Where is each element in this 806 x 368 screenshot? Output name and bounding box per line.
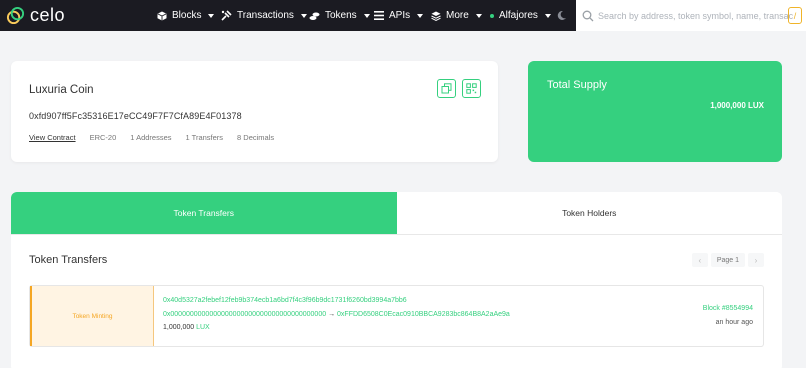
token-address: 0xfd907ff5Fc35316E17eCC49F7F7CfA89E4F013… [29, 111, 242, 121]
cube-icon [157, 11, 167, 20]
qr-code-icon [466, 83, 477, 94]
transfer-row: Token Minting 0x40d5327a2febef12feb9b374… [29, 285, 764, 347]
total-supply-title: Total Supply [547, 79, 607, 91]
chevron-down-icon [208, 13, 215, 18]
brand-name: celo [30, 5, 66, 25]
amount-value: 1,000,000 [163, 324, 195, 331]
transactions-icon [221, 10, 232, 21]
chevron-down-icon [417, 13, 424, 18]
copy-icon [441, 83, 452, 94]
chevron-down-icon [300, 13, 307, 18]
search-input[interactable] [598, 5, 793, 26]
nav-transactions-label: Transactions [237, 10, 294, 21]
celo-logo[interactable]: celo [6, 6, 65, 25]
transfer-type-label: Token Minting [72, 312, 113, 320]
qr-code-button[interactable] [462, 79, 481, 98]
celo-logo-icon [6, 6, 25, 25]
top-navbar: celo Blocks Transactions Tokens APIs Mor… [0, 0, 806, 31]
chevron-down-icon [475, 13, 482, 18]
tokens-icon [309, 12, 320, 20]
arrow-icon: → [328, 311, 336, 318]
nav-apis[interactable]: APIs [374, 0, 424, 31]
transfer-time: an hour ago [715, 319, 753, 326]
nav-apis-label: APIs [389, 10, 411, 21]
theme-toggle[interactable] [556, 0, 567, 31]
apis-icon [374, 11, 384, 20]
network-label: Alfajores [499, 10, 538, 21]
transfer-addresses: 0x00000000000000000000000000000000000000… [163, 311, 510, 318]
view-contract-link[interactable]: View Contract [29, 133, 76, 142]
token-meta-row: View Contract ERC-20 1 Addresses 1 Trans… [29, 133, 274, 142]
tab-token-transfers[interactable]: Token Transfers [11, 192, 397, 234]
from-address-link[interactable]: 0x00000000000000000000000000000000000000… [163, 311, 326, 318]
search-icon [582, 10, 594, 21]
nav-tokens[interactable]: Tokens [309, 0, 370, 31]
network-status-dot [490, 13, 494, 18]
nav-more-label: More [446, 10, 469, 21]
chevron-down-icon [363, 13, 370, 18]
block-link[interactable]: Block #8554994 [703, 305, 753, 312]
nav-more[interactable]: More [431, 0, 482, 31]
nav-tokens-label: Tokens [325, 10, 357, 21]
token-standard: ERC-20 [89, 133, 117, 142]
amount-unit-link[interactable]: LUX [196, 324, 210, 331]
transfer-amount: 1,000,000 LUX [163, 324, 210, 331]
total-supply-value: 1,000,000 LUX [710, 101, 764, 110]
token-details-card: Luxuria Coin 0xfd907ff5Fc35316E17eCC49F7… [11, 61, 498, 162]
copy-address-button[interactable] [437, 79, 456, 98]
stack-icon [431, 11, 441, 21]
current-page: Page 1 [710, 253, 745, 267]
token-name: Luxuria Coin [29, 84, 94, 96]
chevron-right-icon[interactable]: › [748, 253, 764, 267]
to-address-link[interactable]: 0xFFDD6508C0Ecac0910BBCA9283bc864B8A2aAe… [337, 311, 510, 318]
token-addresses-count: 1 Addresses [130, 133, 172, 142]
pagination: ‹ Page 1 › [691, 253, 764, 267]
nav-blocks[interactable]: Blocks [157, 0, 215, 31]
transfer-type-badge: Token Minting [30, 286, 154, 346]
search-shortcut-badge: / [788, 7, 802, 24]
token-decimals: 8 Decimals [237, 133, 275, 142]
nav-blocks-label: Blocks [172, 10, 202, 21]
chevron-left-icon[interactable]: ‹ [691, 253, 708, 267]
chevron-down-icon [544, 13, 551, 18]
tab-token-holders[interactable]: Token Holders [396, 192, 782, 234]
moon-icon [557, 10, 566, 20]
transaction-hash-link[interactable]: 0x40d5327a2febef12feb9b374ecb1a6bd7f4c3f… [163, 297, 407, 304]
section-title: Token Transfers [29, 254, 108, 266]
tab-bar: Token Transfers Token Holders [11, 192, 782, 235]
total-supply-card: Total Supply 1,000,000 LUX [528, 61, 782, 162]
network-selector[interactable]: Alfajores [490, 0, 551, 31]
token-transfers-panel: Token Transfers Token Holders Token Tran… [11, 192, 782, 368]
token-transfers-count: 1 Transfers [185, 133, 224, 142]
nav-transactions[interactable]: Transactions [221, 0, 307, 31]
search-bar: / [576, 0, 806, 31]
